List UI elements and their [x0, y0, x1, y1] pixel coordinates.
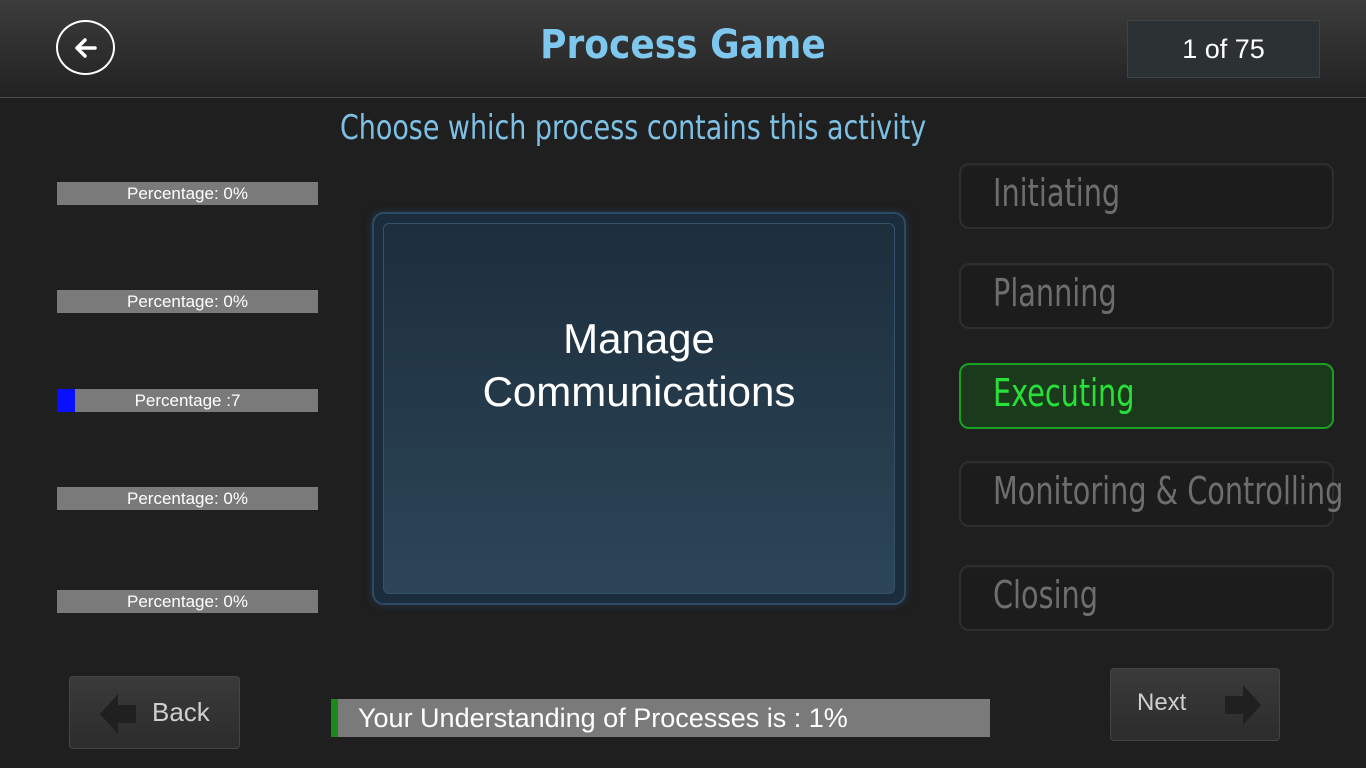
header-bar: Process Game 1 of 75	[0, 0, 1366, 98]
activity-card: Manage Communications	[372, 212, 906, 605]
option-monitoring-controlling[interactable]: Monitoring & Controlling	[959, 461, 1343, 527]
back-button[interactable]: Back	[69, 676, 240, 749]
back-button-label: Back	[152, 697, 210, 727]
activity-text: Manage Communications	[482, 315, 796, 415]
percentage-label: Percentage :7	[134, 390, 241, 410]
understanding-fill	[331, 699, 338, 737]
option-closing[interactable]: Closing	[959, 565, 1334, 631]
percentage-bar: Percentage: 0%	[57, 487, 318, 510]
understanding-bar: Your Understanding of Processes is : 1%	[331, 699, 990, 737]
next-button[interactable]: Next	[1110, 668, 1280, 741]
option-label: Planning	[993, 271, 1117, 315]
activity-card-inner: Manage Communications	[383, 223, 895, 594]
percentage-label: Percentage: 0%	[127, 488, 248, 508]
option-initiating[interactable]: Initiating	[959, 163, 1334, 229]
percentage-bar: Percentage: 0%	[57, 290, 318, 313]
option-label: Monitoring & Controlling	[993, 469, 1344, 513]
percentage-bar: Percentage :7	[57, 389, 318, 412]
arrow-right-icon	[1225, 685, 1261, 725]
percentage-bar: Percentage: 0%	[57, 590, 318, 613]
arrow-left-icon	[100, 694, 136, 734]
option-label: Closing	[993, 573, 1098, 617]
option-planning[interactable]: Planning	[959, 263, 1334, 329]
percentage-bar: Percentage: 0%	[57, 182, 318, 205]
next-button-label: Next	[1137, 689, 1187, 716]
option-label: Initiating	[993, 171, 1121, 215]
option-label: Executing	[993, 371, 1135, 415]
question-counter: 1 of 75	[1127, 20, 1320, 78]
percentage-label: Percentage: 0%	[127, 591, 248, 611]
option-executing[interactable]: Executing	[959, 363, 1334, 429]
understanding-text: Your Understanding of Processes is : 1%	[358, 702, 848, 733]
percentage-label: Percentage: 0%	[127, 183, 248, 203]
percentage-label: Percentage: 0%	[127, 291, 248, 311]
instruction-text: Choose which process contains this activ…	[340, 108, 927, 148]
